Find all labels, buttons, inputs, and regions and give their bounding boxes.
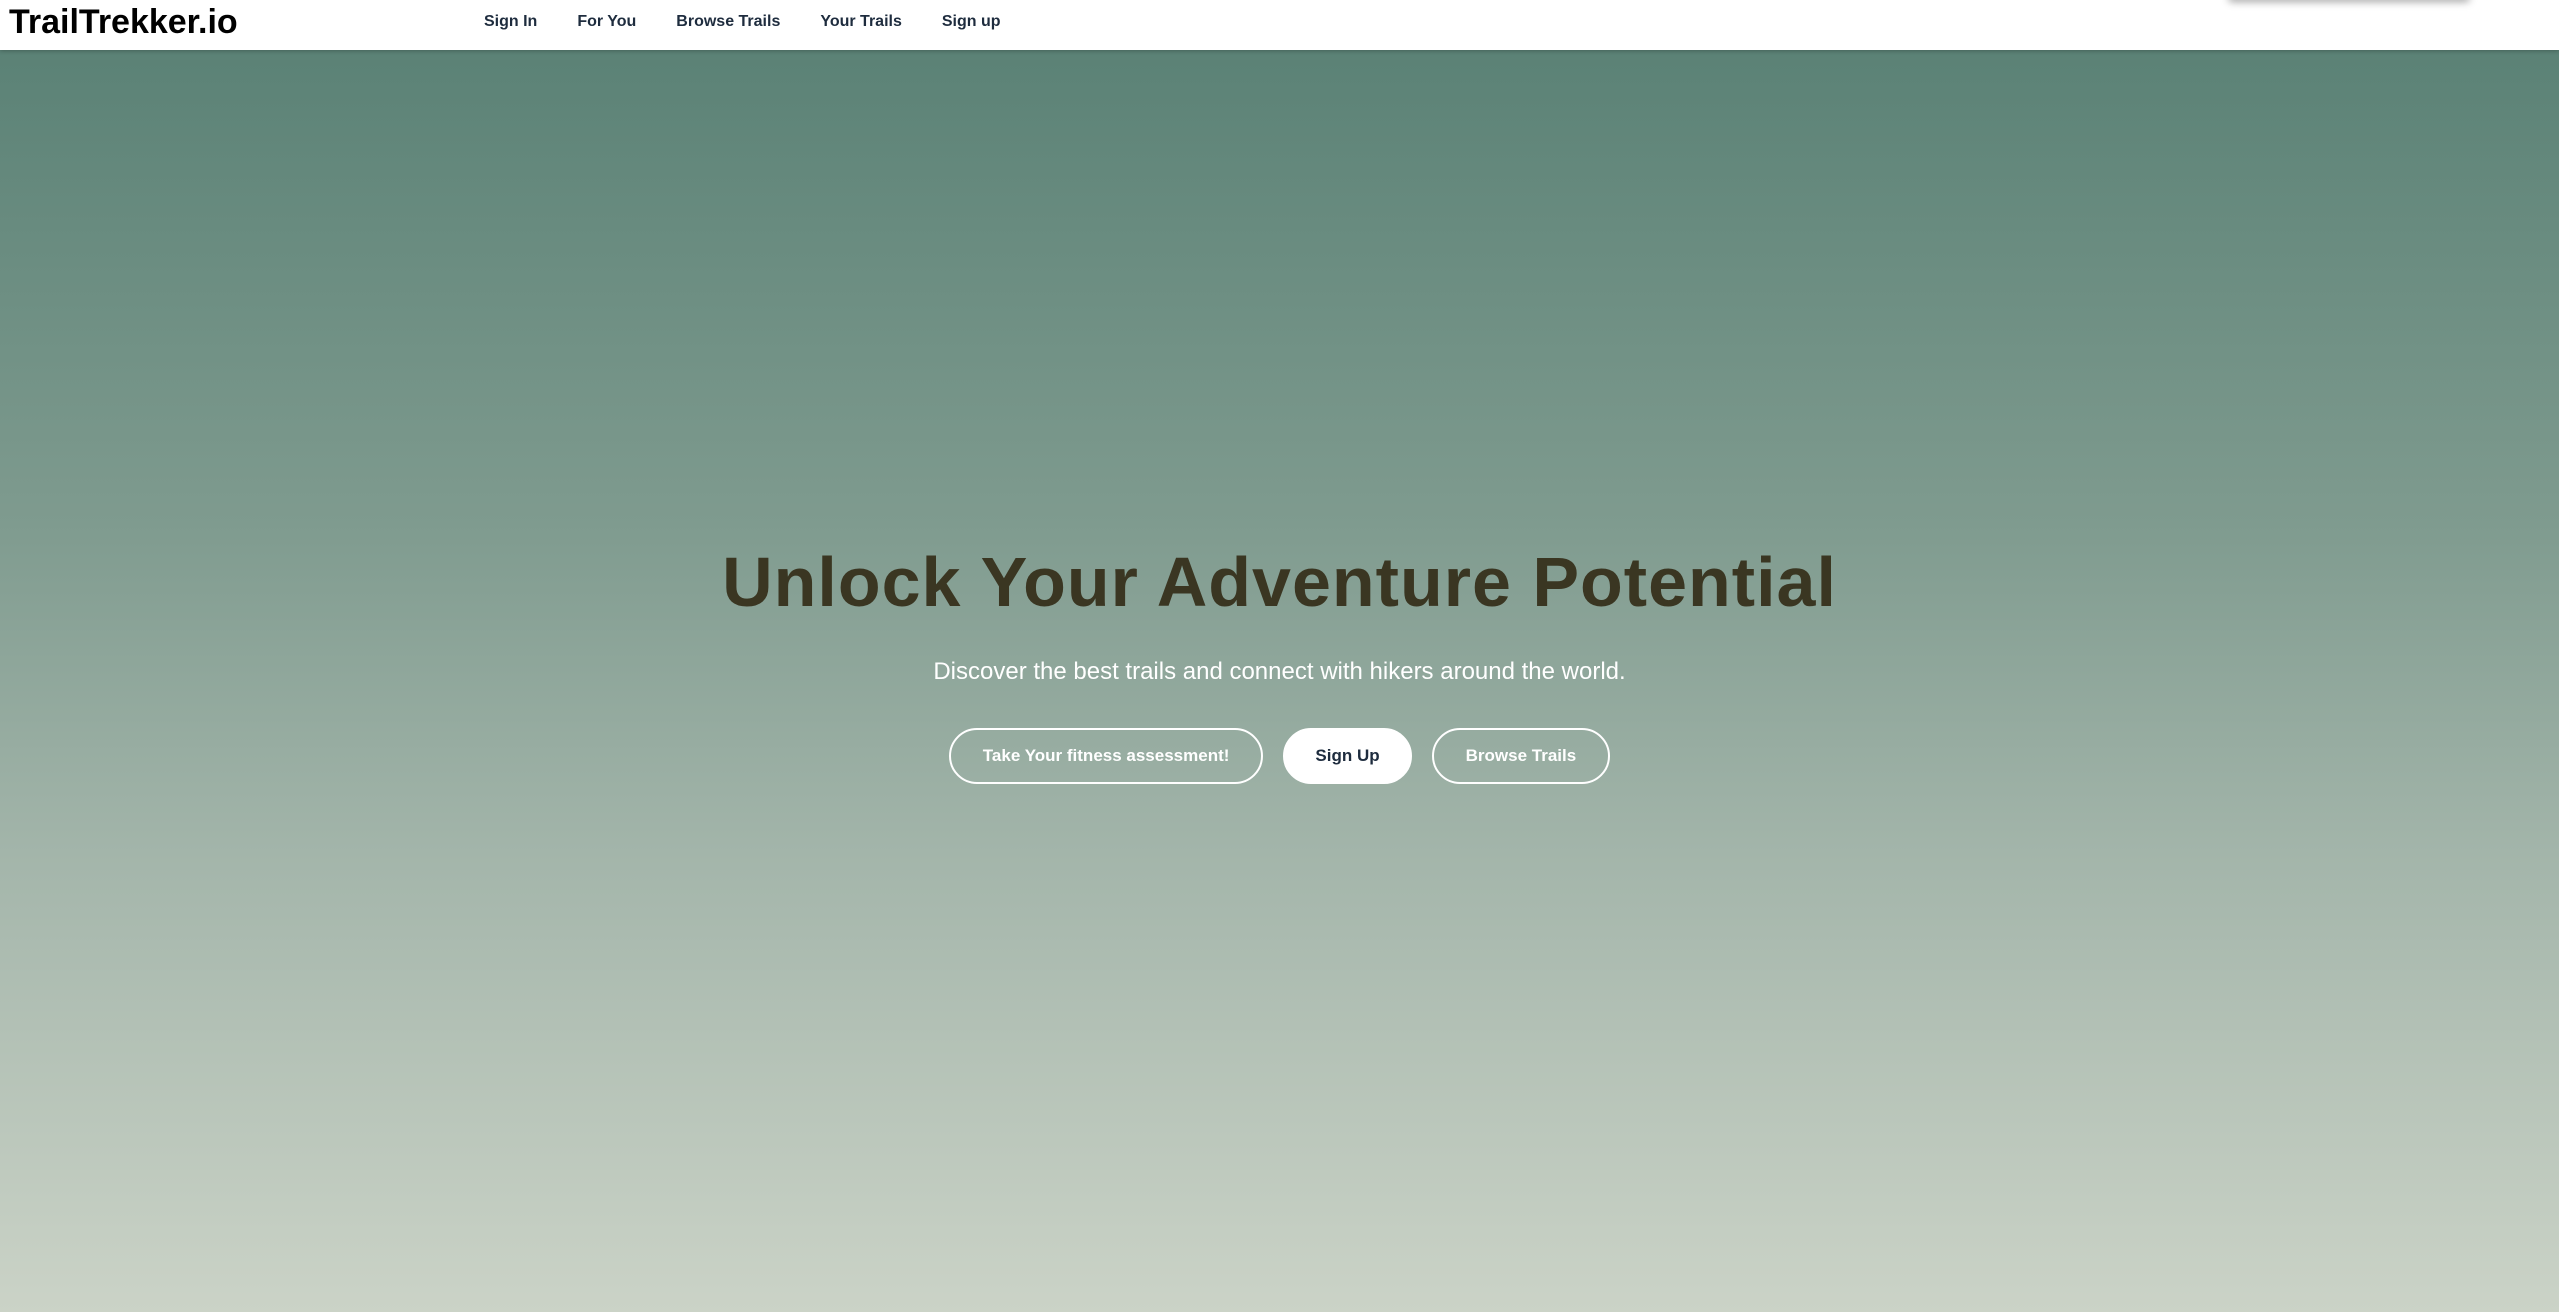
nav-link-for-you[interactable]: For You: [577, 13, 636, 31]
nav-link-sign-up[interactable]: Sign up: [942, 13, 1001, 31]
fitness-assessment-button[interactable]: Take Your fitness assessment!: [948, 728, 1264, 784]
hero-subtitle: Discover the best trails and connect wit…: [933, 658, 1626, 685]
hero-button-group: Take Your fitness assessment! Sign Up Br…: [0, 728, 2559, 784]
hero-title: Unlock Your Adventure Potential: [722, 543, 1837, 621]
nav-link-sign-in[interactable]: Sign In: [484, 13, 537, 31]
browse-trails-button[interactable]: Browse Trails: [1431, 728, 1611, 784]
top-navbar: TrailTrekker.io Sign In For You Browse T…: [0, 0, 2559, 50]
main-nav: Sign In For You Browse Trails Your Trail…: [484, 0, 1041, 44]
nav-link-your-trails[interactable]: Your Trails: [820, 13, 902, 31]
brand-logo[interactable]: TrailTrekker.io: [9, 3, 238, 42]
sign-up-button[interactable]: Sign Up: [1283, 728, 1412, 784]
hero-section: Unlock Your Adventure Potential Discover…: [0, 50, 2559, 1312]
nav-link-browse-trails[interactable]: Browse Trails: [676, 13, 780, 31]
